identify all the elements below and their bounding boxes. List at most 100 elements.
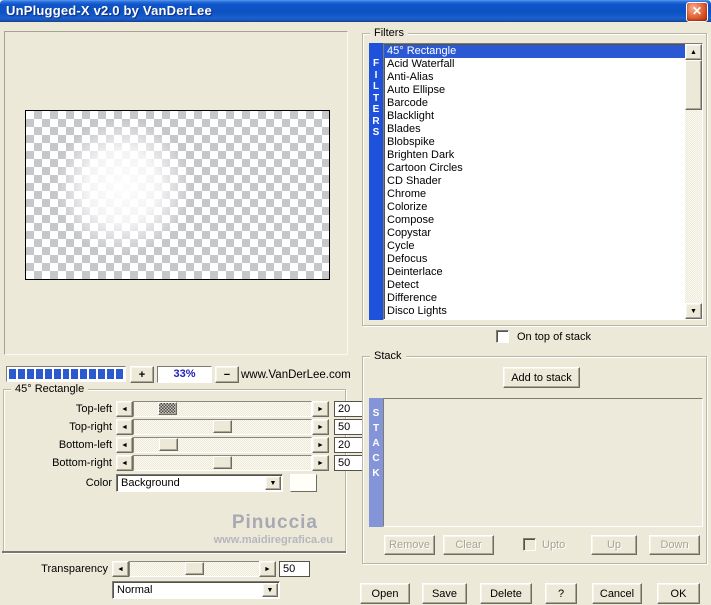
vendor-website-link[interactable]: www.VanDerLee.com	[241, 369, 351, 381]
vertical-letter: A	[372, 438, 380, 449]
filter-list-item[interactable]: Brighten Dark	[384, 149, 685, 162]
help-button[interactable]: ?	[545, 583, 577, 604]
cancel-button[interactable]: Cancel	[592, 583, 642, 604]
progress-segment	[44, 369, 52, 379]
stack-group-title: Stack	[370, 350, 406, 362]
vertical-letter: T	[372, 92, 380, 104]
filters-vertical-label: FILTERS	[369, 43, 383, 320]
filter-list-item[interactable]: Difference	[384, 292, 685, 305]
zoom-in-button[interactable]: +	[130, 366, 154, 383]
filter-list-item[interactable]: Copystar	[384, 227, 685, 240]
slider-thumb[interactable]	[157, 402, 177, 415]
slider-thumb[interactable]	[213, 420, 232, 433]
vertical-letter: C	[372, 453, 380, 464]
filter-list-item[interactable]: Auto Ellipse	[384, 84, 685, 97]
close-button[interactable]: ✕	[686, 2, 708, 22]
slider-label: Bottom-right	[52, 457, 112, 469]
open-button[interactable]: Open	[360, 583, 410, 604]
slider-value[interactable]: 20	[334, 401, 364, 417]
slider-value[interactable]: 20	[334, 437, 364, 453]
scroll-down-icon[interactable]: ▼	[685, 303, 702, 319]
transparency-thumb[interactable]	[185, 562, 204, 575]
filter-list-item[interactable]: Cartoon Circles	[384, 162, 685, 175]
divider-line	[2, 551, 346, 553]
slider-value[interactable]: 50	[334, 419, 364, 435]
slider-row: Top-right ◄ ► 50	[4, 419, 364, 436]
group-title: 45° Rectangle	[11, 383, 89, 395]
scroll-up-icon[interactable]: ▲	[685, 44, 702, 60]
transparency-left-arrow[interactable]: ◄	[112, 561, 129, 577]
slider-track[interactable]	[133, 419, 312, 435]
slider-thumb[interactable]	[213, 456, 232, 469]
chevron-down-icon[interactable]: ▼	[265, 476, 281, 490]
ok-button[interactable]: OK	[657, 583, 700, 604]
slider-left-arrow[interactable]: ◄	[116, 455, 133, 471]
filter-list-item[interactable]: Deinterlace	[384, 266, 685, 279]
progress-segment	[35, 369, 43, 379]
progress-segment	[107, 369, 115, 379]
window-title: UnPlugged-X v2.0 by VanDerLee	[6, 3, 212, 18]
blend-mode-dropdown[interactable]: Normal ▼	[112, 581, 280, 599]
vertical-letter: K	[372, 468, 380, 479]
slider-track[interactable]	[133, 401, 312, 417]
stack-vertical-label: STACK	[369, 398, 383, 527]
add-to-stack-button[interactable]: Add to stack	[503, 367, 580, 388]
color-dropdown[interactable]: Background ▼	[116, 474, 283, 492]
slider-label: Top-right	[69, 421, 112, 433]
filter-list-item[interactable]: Chrome	[384, 188, 685, 201]
vertical-letter: F	[372, 58, 380, 69]
filter-list-item[interactable]: Blades	[384, 123, 685, 136]
footer-buttons: Open Save Delete? Cancel OK	[360, 583, 701, 604]
filter-list-item[interactable]: Cycle	[384, 240, 685, 253]
slider-right-arrow[interactable]: ►	[312, 419, 329, 435]
slider-right-arrow[interactable]: ►	[312, 437, 329, 453]
transparency-slider[interactable]	[129, 561, 260, 577]
slider-track[interactable]	[133, 455, 312, 471]
stack-group: Stack Add to stack STACK Remove Clear Up…	[362, 350, 707, 564]
slider-track[interactable]	[133, 437, 312, 453]
vertical-letter: T	[372, 423, 380, 434]
slider-right-arrow[interactable]: ►	[312, 401, 329, 417]
filters-scrollbar[interactable]: ▲ ▼	[685, 44, 702, 319]
filter-list-item[interactable]: Defocus	[384, 253, 685, 266]
filter-list-item[interactable]: Anti-Alias	[384, 71, 685, 84]
filter-list-item[interactable]: Barcode	[384, 97, 685, 110]
filter-list-item[interactable]: Detect	[384, 279, 685, 292]
filter-list-item[interactable]: 45° Rectangle	[384, 45, 685, 58]
slider-row: Top-left ◄ ► 20	[4, 401, 364, 418]
scrollbar-track[interactable]	[685, 110, 702, 303]
stack-list[interactable]	[383, 398, 703, 527]
slider-thumb[interactable]	[159, 438, 179, 451]
transparency-right-arrow[interactable]: ►	[259, 561, 276, 577]
filter-list-item[interactable]: Compose	[384, 214, 685, 227]
transparency-value[interactable]: 50	[279, 561, 310, 577]
slider-value[interactable]: 50	[334, 455, 364, 471]
scrollbar-thumb[interactable]	[685, 60, 702, 110]
filter-list-item[interactable]: CD Shader	[384, 175, 685, 188]
progress-segment	[9, 369, 16, 379]
slider-label: Top-left	[75, 403, 112, 415]
title-bar[interactable]: UnPlugged-X v2.0 by VanDerLee ✕	[0, 0, 711, 22]
progress-bar	[6, 366, 126, 382]
chevron-down-icon[interactable]: ▼	[262, 583, 278, 597]
slider-left-arrow[interactable]: ◄	[116, 437, 133, 453]
filter-list-item[interactable]: Acid Waterfall	[384, 58, 685, 71]
filter-list-item[interactable]: Colorize	[384, 201, 685, 214]
slider-left-arrow[interactable]: ◄	[116, 419, 133, 435]
delete-button[interactable]: Delete	[480, 583, 532, 604]
progress-segment	[98, 369, 106, 379]
slider-right-arrow[interactable]: ►	[312, 455, 329, 471]
filter-list-item[interactable]: Distortion	[384, 318, 685, 319]
on-top-of-stack-checkbox[interactable]	[496, 330, 509, 343]
color-swatch[interactable]	[290, 474, 317, 492]
zoom-out-button[interactable]: −	[215, 366, 239, 383]
slider-left-arrow[interactable]: ◄	[116, 401, 133, 417]
filter-list-item[interactable]: Blacklight	[384, 110, 685, 123]
vertical-letter: R	[372, 115, 380, 127]
filter-list-item[interactable]: Disco Lights	[384, 305, 685, 318]
zoom-level: 33%	[157, 366, 212, 383]
filter-list-item[interactable]: Blobspike	[384, 136, 685, 149]
save-button[interactable]: Save	[422, 583, 467, 604]
watermark-website: www.maidiregrafica.eu	[213, 534, 333, 546]
preview-image[interactable]	[25, 110, 330, 280]
